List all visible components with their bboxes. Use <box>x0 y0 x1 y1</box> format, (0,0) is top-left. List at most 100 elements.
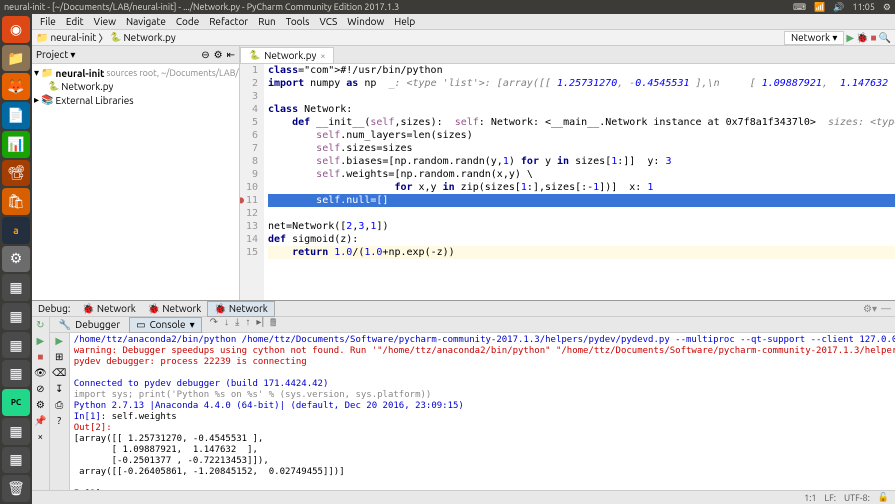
tree-file[interactable]: 🐍 Network.py <box>34 80 237 93</box>
project-tool-window: Project ▾ ⊖ ⚙ ⇤ ▾ 📁 neural-init sources … <box>32 46 240 300</box>
run-button[interactable]: ▶ <box>846 32 854 44</box>
close-icon[interactable]: × <box>320 51 325 61</box>
scroll-button[interactable]: ↧ <box>55 383 63 395</box>
gear-icon[interactable]: ⚙▾ <box>863 303 877 315</box>
dash-icon[interactable]: ◉ <box>2 16 30 43</box>
tree-external-libs[interactable]: ▸ 📚 External Libraries <box>34 93 237 107</box>
new-console-button[interactable]: ⊞ <box>55 351 63 363</box>
debug-toolbar: ↻ ▶ ■ 👁 ⊘ ⚙ 📌 × <box>32 317 50 490</box>
menu-code[interactable]: Code <box>172 16 203 27</box>
menu-edit[interactable]: Edit <box>62 16 88 27</box>
menu-file[interactable]: File <box>36 16 60 27</box>
settings-icon[interactable]: ⚙ <box>2 246 30 273</box>
settings-icon[interactable]: ⚙ <box>36 399 45 411</box>
expand-icon[interactable]: ▸ <box>34 94 39 106</box>
menu-window[interactable]: Window <box>343 16 388 27</box>
app-icon[interactable]: ▦ <box>2 418 30 445</box>
close-icon[interactable]: × <box>38 431 44 442</box>
menu-bar: File Edit View Navigate Code Refactor Ru… <box>32 14 895 30</box>
pycharm-icon[interactable]: PC <box>2 389 30 416</box>
gear-icon[interactable]: ⚙ <box>214 49 223 61</box>
app-icon[interactable]: ▦ <box>2 332 30 359</box>
search-icon[interactable]: 🔍 <box>879 32 891 44</box>
firefox-icon[interactable]: 🦊 <box>2 73 30 100</box>
menu-run[interactable]: Run <box>254 16 280 27</box>
amazon-icon[interactable]: a <box>2 217 30 244</box>
caret-position[interactable]: 1:1 <box>804 493 816 503</box>
run-to-cursor-button[interactable]: ▸| <box>256 317 264 333</box>
lock-icon[interactable]: 🔓 <box>878 492 889 503</box>
minimize-icon[interactable]: — <box>881 303 891 315</box>
step-into-button[interactable]: ↓ <box>224 317 229 333</box>
network-icon[interactable]: 📶 <box>814 0 825 14</box>
nav-bar: 📁 neural-init 〉 🐍 Network.py Network ▾ ▶… <box>32 30 895 46</box>
app-icon[interactable]: ▦ <box>2 274 30 301</box>
debug-session-tab[interactable]: 🐞 Network <box>142 302 208 316</box>
line-separator[interactable]: LF: <box>825 493 836 503</box>
console-output[interactable]: /home/ttz/anaconda2/bin/python /home/ttz… <box>70 333 895 490</box>
breadcrumb-project[interactable]: 📁 neural-init 〉 <box>36 30 108 45</box>
step-over-button[interactable]: ↷ <box>210 317 218 333</box>
clear-button[interactable]: ⌫ <box>52 367 66 379</box>
collapse-icon[interactable]: ⊖ <box>201 49 209 61</box>
window-title: neural-init - [~/Documents/LAB/neural-in… <box>4 0 399 14</box>
pin-icon[interactable]: 📌 <box>34 415 46 427</box>
run-configuration[interactable]: Network ▾ <box>784 31 844 45</box>
print-button[interactable]: ⎙ <box>55 399 63 411</box>
app-icon[interactable]: ▦ <box>2 360 30 387</box>
python-icon: 🐍 <box>249 50 260 61</box>
indicator-icon[interactable]: ⌨ <box>793 0 806 14</box>
sound-icon[interactable]: 🔊 <box>833 0 844 14</box>
hide-icon[interactable]: ⇤ <box>227 49 235 61</box>
debug-label: Debug: <box>32 303 76 314</box>
debug-button[interactable]: 🐞 <box>856 32 868 44</box>
gear-icon[interactable]: ⚙ <box>883 0 891 14</box>
debug-session-tab[interactable]: 🐞 Network <box>207 301 275 317</box>
rerun-button[interactable]: ↻ <box>36 319 44 331</box>
gutter[interactable]: 123456789101112131415 <box>240 64 264 300</box>
trash-icon[interactable]: 🗑 <box>2 475 30 502</box>
editor-tab[interactable]: 🐍 Network.py × <box>240 47 334 63</box>
impress-icon[interactable]: 📽 <box>2 160 30 187</box>
menu-tools[interactable]: Tools <box>282 16 314 27</box>
breadcrumb: 📁 neural-init 〉 🐍 Network.py <box>36 30 176 45</box>
clock[interactable]: 11:05 <box>852 0 875 14</box>
step-into-my-button[interactable]: ⤓ <box>235 317 239 333</box>
menu-refactor[interactable]: Refactor <box>205 16 252 27</box>
console-tab[interactable]: ▭ Console ▾ <box>129 317 202 333</box>
code-editor[interactable]: 123456789101112131415 class="com">#!/usr… <box>240 64 895 300</box>
unity-launcher: ◉ 📁 🦊 📄 📊 📽 🛍 a ⚙ ▦ ▦ ▦ ▦ PC ▦ ▦ 🗑 <box>0 14 32 504</box>
window-titlebar: neural-init - [~/Documents/LAB/neural-in… <box>0 0 895 14</box>
folder-icon: 📁 <box>41 67 53 79</box>
menu-view[interactable]: View <box>90 16 120 27</box>
writer-icon[interactable]: 📄 <box>2 102 30 129</box>
debugger-tab[interactable]: 🔧 Debugger <box>52 317 127 333</box>
app-icon[interactable]: ▦ <box>2 303 30 330</box>
resume-button[interactable]: ▶ <box>37 335 45 347</box>
help-icon[interactable]: ? <box>57 415 61 426</box>
software-icon[interactable]: 🛍 <box>2 188 30 215</box>
evaluate-button[interactable]: 🖩 <box>270 317 276 333</box>
show-console-button[interactable]: ▶ <box>55 335 63 347</box>
mute-breakpoints-button[interactable]: ⊘ <box>36 383 44 395</box>
stop-button[interactable]: ■ <box>871 32 877 44</box>
step-out-button[interactable]: ↑ <box>245 317 250 333</box>
app-icon[interactable]: ▦ <box>2 447 30 474</box>
stop-button[interactable]: ■ <box>37 351 43 363</box>
project-label[interactable]: Project <box>36 49 68 60</box>
console-toolbar: ▶ ⊞ ⌫ ↧ ⎙ ? <box>50 333 70 490</box>
menu-help[interactable]: Help <box>390 16 419 27</box>
project-tree[interactable]: ▾ 📁 neural-init sources root, ~/Document… <box>32 64 239 300</box>
breadcrumb-file[interactable]: 🐍 Network.py <box>110 32 175 43</box>
encoding[interactable]: UTF-8: <box>844 493 870 503</box>
files-icon[interactable]: 📁 <box>2 45 30 72</box>
debug-session-tab[interactable]: 🐞 Network <box>76 302 142 316</box>
expand-icon[interactable]: ▾ <box>34 67 39 79</box>
calc-icon[interactable]: 📊 <box>2 131 30 158</box>
ide-window: File Edit View Navigate Code Refactor Ru… <box>32 14 895 504</box>
menu-vcs[interactable]: VCS <box>316 16 342 27</box>
menu-navigate[interactable]: Navigate <box>122 16 170 27</box>
view-breakpoints-button[interactable]: 👁 <box>34 367 47 379</box>
tree-root[interactable]: ▾ 📁 neural-init sources root, ~/Document… <box>34 66 237 80</box>
status-bar: 1:1 LF: UTF-8: 🔓 <box>32 490 895 504</box>
